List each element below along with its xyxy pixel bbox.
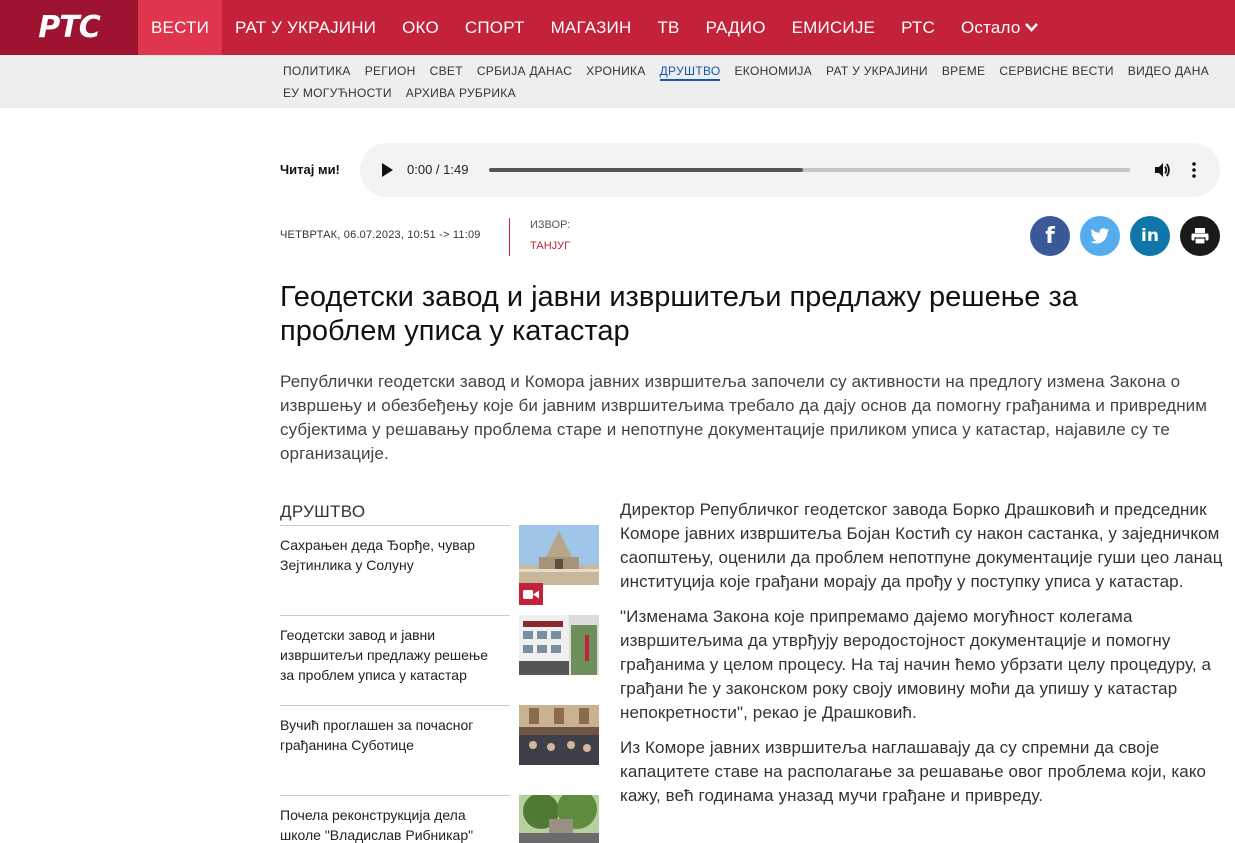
nav-item-emisije[interactable]: ЕМИСИЈЕ (779, 0, 888, 55)
print-icon[interactable] (1180, 216, 1220, 256)
audio-progress-fill (489, 168, 804, 172)
sidebar-news-item[interactable]: Почела реконструкција дела школе "Владис… (280, 795, 599, 843)
nav-item-oko[interactable]: ОКО (389, 0, 452, 55)
sidebar-news-title[interactable]: Почела реконструкција дела школе "Владис… (280, 805, 505, 843)
nav-item-rts[interactable]: РТС (888, 0, 948, 55)
audio-progress-bar[interactable] (489, 168, 1130, 172)
divider (280, 795, 510, 796)
nav-item-magazin[interactable]: МАГАЗИН (538, 0, 645, 55)
nav-item-ostalo[interactable]: Остало (948, 0, 1051, 55)
subnav-item-eu-mogucnosti[interactable]: ЕУ МОГУЋНОСТИ (283, 86, 392, 100)
subnav-item-drustvo[interactable]: ДРУШТВО (659, 64, 721, 81)
news-thumbnail[interactable] (519, 525, 599, 585)
main-nav: ВЕСТИ РАТ У УКРАЈИНИ ОКО СПОРТ МАГАЗИН Т… (138, 0, 1051, 55)
subnav-item-politika[interactable]: ПОЛИТИКА (283, 64, 351, 81)
logo-text: РТС (38, 10, 100, 45)
nav-item-radio[interactable]: РАДИО (693, 0, 779, 55)
top-navigation: РТС ВЕСТИ РАТ У УКРАЈИНИ ОКО СПОРТ МАГАЗ… (0, 0, 1235, 55)
audio-time: 0:00 / 1:49 (407, 162, 469, 177)
divider (280, 705, 510, 706)
publish-date: ЧЕТВРТАК, 06.07.2023, 10:51 -> 11:09 (280, 229, 481, 241)
sidebar-news-title[interactable]: Геодетски завод и јавни извршитељи предл… (280, 625, 505, 685)
sidebar-news-item[interactable]: Геодетски завод и јавни извршитељи предл… (280, 615, 599, 705)
subnav-item-hronika[interactable]: ХРОНИКА (586, 64, 645, 81)
sidebar-news-item[interactable]: Сахрањен деда Ђорђе, чувар Зејтинлика у … (280, 525, 599, 615)
article-paragraph: Из Коморе јавних извршитеља наглашавају … (620, 738, 1207, 805)
nav-item-vesti[interactable]: ВЕСТИ (138, 0, 222, 55)
source-value[interactable]: ТАНЈУГ (530, 240, 570, 252)
nav-item-sport[interactable]: СПОРТ (452, 0, 538, 55)
article-lead: Републички геодетски завод и Комора јавн… (280, 372, 1208, 463)
video-icon (519, 583, 543, 605)
more-options-icon[interactable] (1190, 161, 1198, 179)
linkedin-icon[interactable]: in (1130, 216, 1170, 256)
subnav-item-rat-u-ukrajini[interactable]: РАТ У УКРАЈИНИ (826, 64, 928, 81)
subnav-item-svet[interactable]: СВЕТ (430, 64, 463, 81)
volume-icon[interactable] (1153, 161, 1171, 179)
subnav-item-srbija-danas[interactable]: СРБИЈА ДАНАС (477, 64, 572, 81)
nav-item-rat-u-ukrajini[interactable]: РАТ У УКРАЈИНИ (222, 0, 389, 55)
article-title: Геодетски завод и јавни извршитељи предл… (280, 281, 1078, 347)
subnav-item-servisne-vesti[interactable]: СЕРВИСНЕ ВЕСТИ (999, 64, 1113, 81)
subnav-row: ПОЛИТИКА РЕГИОН СВЕТ СРБИЈА ДАНАС ХРОНИК… (283, 64, 1223, 81)
subnav-item-video-dana[interactable]: ВИДЕО ДАНА (1128, 64, 1209, 81)
site-logo[interactable]: РТС (0, 0, 138, 55)
nav-item-ostalo-label: Остало (960, 17, 1021, 37)
subnav-item-arhiva-rubrika[interactable]: АРХИВА РУБРИКА (406, 86, 516, 100)
divider (280, 525, 510, 526)
news-thumbnail[interactable] (519, 705, 599, 765)
article-body: Директор Републичког геодетског завода Б… (620, 498, 1225, 819)
facebook-icon[interactable]: f (1030, 216, 1070, 256)
play-icon[interactable] (382, 163, 393, 177)
sidebar-news-title[interactable]: Вучић проглашен за почасног грађанина Су… (280, 715, 505, 755)
article-paragraph: Директор Републичког геодетског завода Б… (620, 500, 1223, 591)
subnav-row: ЕУ МОГУЋНОСТИ АРХИВА РУБРИКА (283, 86, 530, 100)
sidebar-news-item[interactable]: Вучић проглашен за почасног грађанина Су… (280, 705, 599, 795)
news-thumbnail[interactable] (519, 615, 599, 675)
chevron-down-icon (1024, 20, 1038, 35)
divider (280, 615, 510, 616)
subnav-item-region[interactable]: РЕГИОН (365, 64, 416, 81)
sidebar-news-title[interactable]: Сахрањен деда Ђорђе, чувар Зејтинлика у … (280, 535, 505, 575)
article-paragraph: "Изменама Закона које припремамо дајемо … (620, 607, 1212, 722)
subnav-item-ekonomija[interactable]: ЕКОНОМИЈА (734, 64, 812, 81)
meta-divider (509, 218, 510, 256)
subnav-item-vreme[interactable]: ВРЕМЕ (942, 64, 986, 81)
twitter-icon[interactable] (1080, 216, 1120, 256)
source-label: ИЗВОР: (530, 219, 571, 231)
read-to-me-label: Читај ми! (280, 162, 340, 177)
sidebar-heading[interactable]: ДРУШТВО (280, 502, 365, 522)
news-thumbnail[interactable] (519, 795, 599, 843)
section-subnav: ПОЛИТИКА РЕГИОН СВЕТ СРБИЈА ДАНАС ХРОНИК… (0, 55, 1235, 108)
nav-item-tv[interactable]: ТВ (644, 0, 692, 55)
audio-player: 0:00 / 1:49 (360, 143, 1220, 197)
